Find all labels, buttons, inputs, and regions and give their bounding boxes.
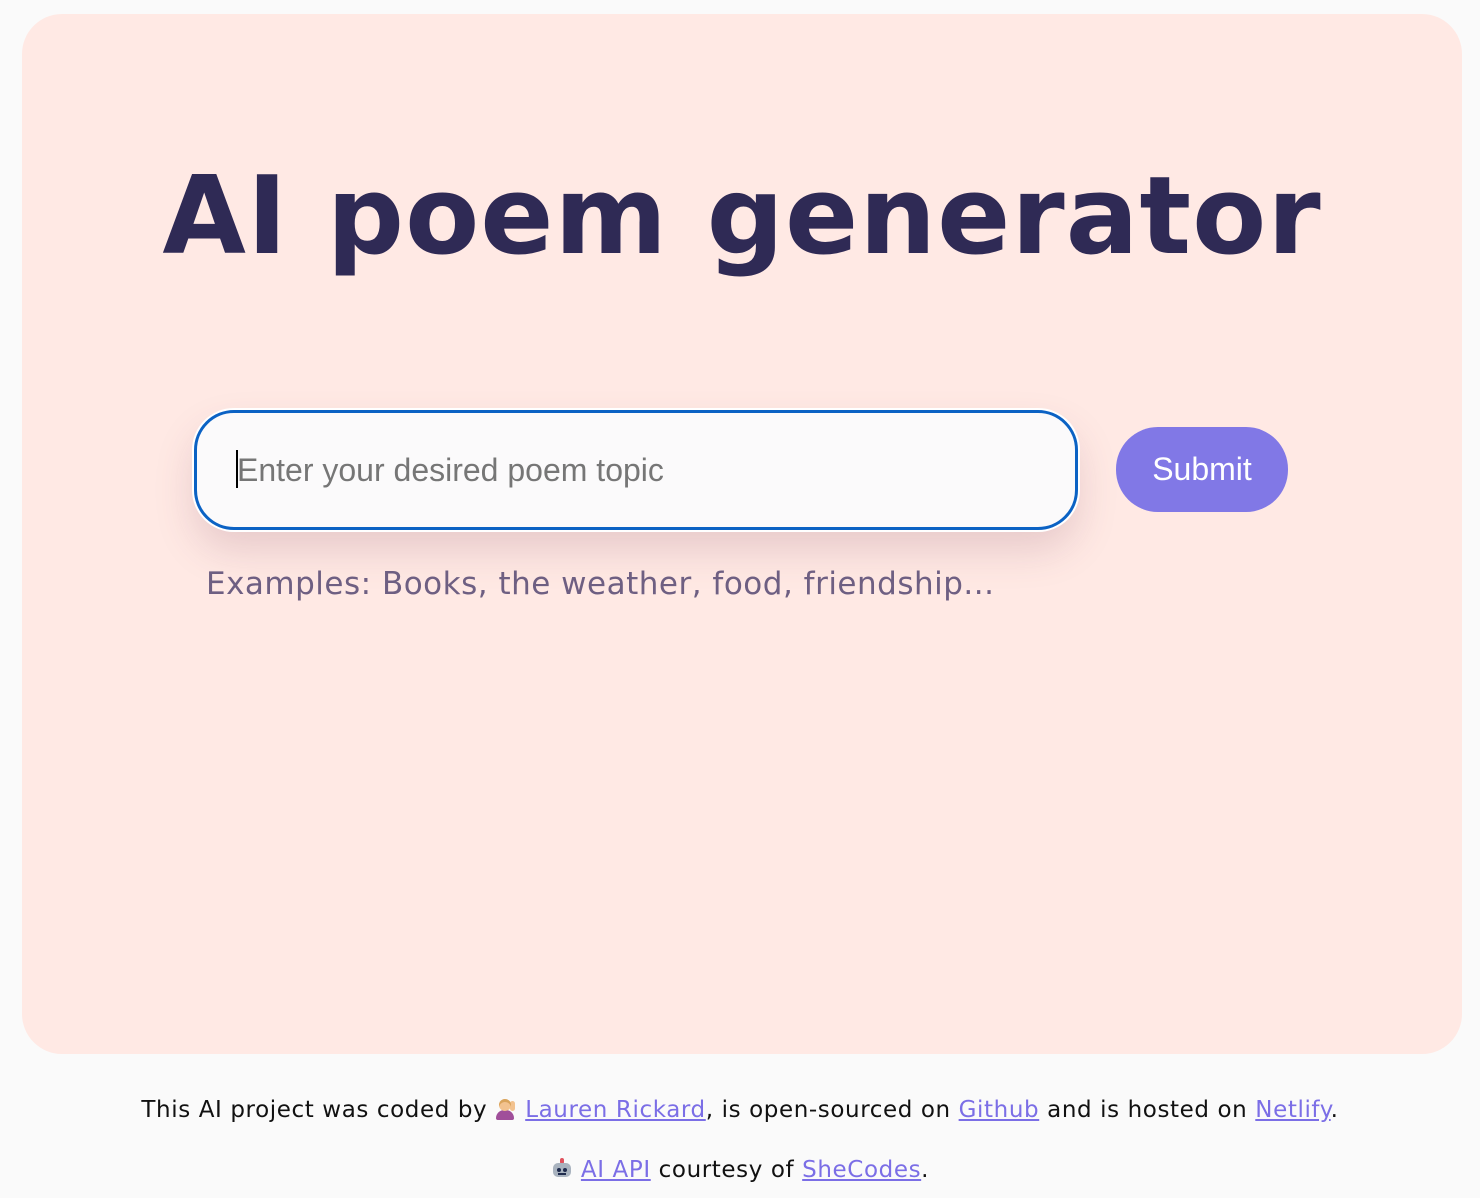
woman-raising-hand-icon (495, 1098, 517, 1120)
examples-hint: Examples: Books, the weather, food, frie… (206, 566, 995, 602)
text-cursor (236, 450, 238, 488)
footer-period: . (1330, 1097, 1339, 1123)
submit-button[interactable]: Submit (1116, 427, 1288, 512)
footer-api-credit: AI API courtesy of SheCodes. (0, 1150, 1480, 1190)
footer-middle-text: , is open-sourced on (705, 1097, 959, 1123)
footer-courtesy-text: courtesy of (650, 1157, 803, 1183)
poem-topic-input[interactable] (194, 410, 1078, 530)
footer-period-2: . (921, 1157, 930, 1183)
footer-prefix-text: This AI project was coded by (141, 1097, 488, 1123)
author-link[interactable]: Lauren Rickard (525, 1097, 706, 1123)
main-card: AI poem generator Submit Examples: Books… (22, 14, 1462, 1054)
netlify-link[interactable]: Netlify (1255, 1097, 1330, 1123)
github-link[interactable]: Github (959, 1097, 1040, 1123)
footer: This AI project was coded by Lauren Rick… (0, 1090, 1480, 1190)
footer-hosted-text: and is hosted on (1039, 1097, 1256, 1123)
page-title: AI poem generator (162, 154, 1322, 279)
ai-api-link[interactable]: AI API (581, 1157, 651, 1183)
footer-credits: This AI project was coded by Lauren Rick… (0, 1090, 1480, 1130)
robot-icon (551, 1158, 573, 1180)
shecodes-link[interactable]: SheCodes (802, 1157, 921, 1183)
